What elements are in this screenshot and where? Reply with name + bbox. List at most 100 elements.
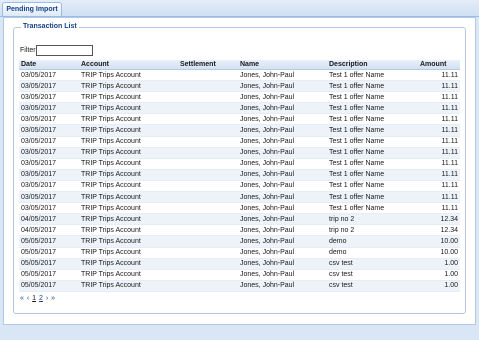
table-row[interactable]: 03/05/2017 TRIP Trips Account Jones, John-… [19,102,460,115]
cell-date: 05/05/2017 [19,258,79,270]
table-row[interactable]: 03/05/2017 TRIP Trips Account Jones, John-… [19,191,460,204]
column-header-amount[interactable]: Amount [418,60,460,70]
cell-description: trip no 2 [327,224,418,237]
cell-amount: 12.34 [418,213,460,226]
cell-name: Jones, John-Paul [238,247,327,259]
cell-name: Jones, John-Paul [238,136,327,148]
cell-amount: 1.00 [418,269,460,281]
cell-description: Test 1 offer Name [327,169,418,181]
cell-description: Test 1 offer Name [327,158,418,170]
cell-name: Jones, John-Paul [238,124,327,137]
cell-description: Test 1 offer Name [327,113,418,126]
cell-amount: 10.00 [418,247,460,259]
table-row[interactable]: 03/05/2017 TRIP Trips Account Jones, John-… [19,113,460,126]
pager-next[interactable]: › [46,295,48,302]
cell-date: 03/05/2017 [19,180,79,193]
cell-settlement [178,247,238,259]
table-row[interactable]: 03/05/2017 TRIP Trips Account Jones, John-… [19,158,460,170]
table-row[interactable]: 04/05/2017 TRIP Trips Account Jones, John-… [19,224,460,237]
pager-page-2[interactable]: 2 [39,295,43,302]
table-row[interactable]: 04/05/2017 TRIP Trips Account Jones, John-… [19,213,460,226]
cell-account: TRIP Trips Account [79,169,178,181]
table-header-row: Date Account Settlement Name Description… [19,60,460,70]
cell-account: TRIP Trips Account [79,91,178,104]
column-header-settlement[interactable]: Settlement [178,60,238,70]
cell-settlement [178,269,238,281]
cell-amount: 11.11 [418,169,460,181]
table-row[interactable]: 03/05/2017 TRIP Trips Account Jones, John-… [19,147,460,159]
cell-account: TRIP Trips Account [79,191,178,204]
pager-page-1[interactable]: 1 [32,295,36,302]
cell-name: Jones, John-Paul [238,147,327,159]
cell-account: TRIP Trips Account [79,124,178,137]
cell-amount: 11.11 [418,191,460,204]
cell-name: Jones, John-Paul [238,169,327,181]
cell-name: Jones, John-Paul [238,180,327,193]
cell-amount: 11.11 [418,147,460,159]
table-row[interactable]: 05/05/2017 TRIP Trips Account Jones, John-… [19,258,460,270]
cell-date: 03/05/2017 [19,80,79,93]
cell-amount: 1.00 [418,280,460,292]
cell-description: csv test [327,258,418,270]
table-body: 03/05/2017 TRIP Trips Account Jones, John-… [19,69,460,292]
cell-settlement [178,202,238,215]
cell-settlement [178,158,238,170]
cell-amount: 11.11 [418,136,460,148]
table-row[interactable]: 03/05/2017 TRIP Trips Account Jones, John-… [19,180,460,193]
table-row[interactable]: 05/05/2017 TRIP Trips Account Jones, John-… [19,280,460,292]
cell-amount: 11.11 [418,180,460,193]
cell-account: TRIP Trips Account [79,235,178,248]
cell-account: TRIP Trips Account [79,258,178,270]
cell-settlement [178,80,238,93]
filter-input[interactable] [36,45,93,56]
table-row[interactable]: 03/05/2017 TRIP Trips Account Jones, John-… [19,136,460,148]
cell-name: Jones, John-Paul [238,91,327,104]
cell-amount: 12.34 [418,224,460,237]
cell-date: 05/05/2017 [19,247,79,259]
table-row[interactable]: 03/05/2017 TRIP Trips Account Jones, John-… [19,169,460,181]
column-header-description[interactable]: Description [327,60,418,70]
cell-settlement [178,91,238,104]
cell-description: trip no 2 [327,213,418,226]
cell-account: TRIP Trips Account [79,202,178,215]
pager-prev[interactable]: ‹ [27,295,29,302]
tab-strip: Pending Import [0,0,479,17]
cell-amount: 1.00 [418,258,460,270]
cell-name: Jones, John-Paul [238,280,327,292]
cell-settlement [178,258,238,270]
table-row[interactable]: 03/05/2017 TRIP Trips Account Jones, John-… [19,202,460,215]
main-panel: Transaction List Filter: Date Account Se… [3,17,476,325]
cell-amount: 11.11 [418,80,460,93]
cell-date: 03/05/2017 [19,202,79,215]
cell-description: Test 1 offer Name [327,91,418,104]
pager-last[interactable]: » [51,295,55,302]
table-row[interactable]: 03/05/2017 TRIP Trips Account Jones, John-… [19,69,460,82]
table-row[interactable]: 05/05/2017 TRIP Trips Account Jones, John-… [19,269,460,281]
cell-name: Jones, John-Paul [238,269,327,281]
column-header-name[interactable]: Name [238,60,327,70]
cell-account: TRIP Trips Account [79,280,178,292]
tab-pending-import[interactable]: Pending Import [2,2,62,16]
cell-date: 03/05/2017 [19,191,79,204]
column-header-account[interactable]: Account [79,60,178,70]
cell-settlement [178,102,238,115]
cell-date: 03/05/2017 [19,124,79,137]
pager-first[interactable]: « [20,295,24,302]
table-row[interactable]: 03/05/2017 TRIP Trips Account Jones, John-… [19,80,460,93]
table-row[interactable]: 05/05/2017 TRIP Trips Account Jones, John-… [19,247,460,259]
cell-name: Jones, John-Paul [238,258,327,270]
transaction-table: Date Account Settlement Name Description… [19,60,460,292]
cell-settlement [178,147,238,159]
cell-date: 03/05/2017 [19,169,79,181]
table-row[interactable]: 03/05/2017 TRIP Trips Account Jones, John-… [19,91,460,104]
table-row[interactable]: 03/05/2017 TRIP Trips Account Jones, John-… [19,124,460,137]
cell-account: TRIP Trips Account [79,224,178,237]
cell-amount: 11.11 [418,202,460,215]
cell-description: Test 1 offer Name [327,180,418,193]
table-row[interactable]: 05/05/2017 TRIP Trips Account Jones, John-… [19,235,460,248]
cell-settlement [178,280,238,292]
cell-name: Jones, John-Paul [238,102,327,115]
cell-description: demo [327,235,418,248]
column-header-date[interactable]: Date [19,60,79,70]
cell-description: demo [327,247,418,259]
